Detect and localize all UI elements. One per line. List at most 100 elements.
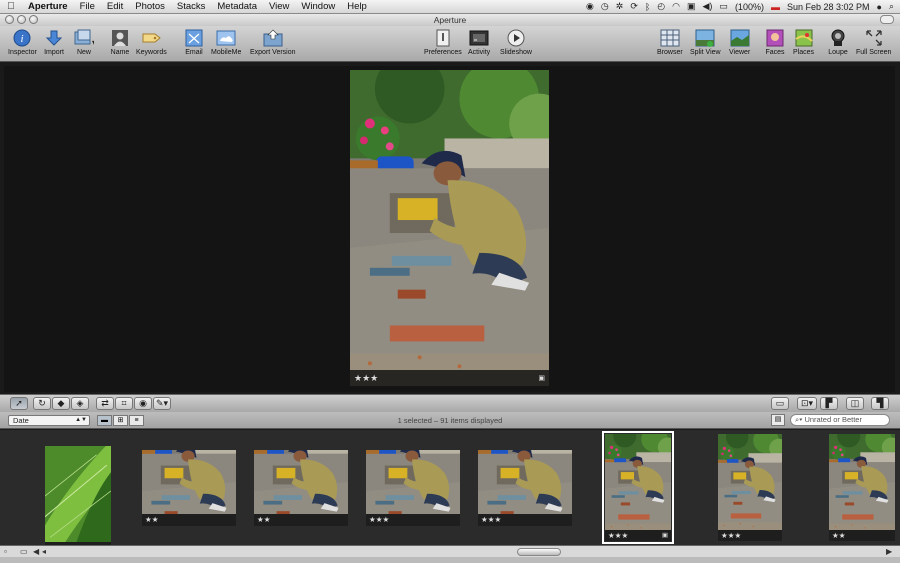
spotlight-icon[interactable]: ⌕ [889, 1, 894, 12]
gear-icon[interactable]: ✲ [616, 1, 624, 12]
email-icon [184, 28, 204, 48]
battery-icon[interactable]: ▭ [719, 1, 728, 12]
menu-edit[interactable]: Edit [101, 0, 129, 14]
thumbnail-image [45, 446, 111, 542]
thumbnail-rating: ★★★ [481, 515, 502, 524]
new-button[interactable]: ▾ New [74, 28, 94, 56]
window-controls [5, 15, 38, 24]
thumbnail-selected[interactable]: ★★★ ▣ [602, 431, 674, 544]
selection-tool[interactable]: ➚ [10, 397, 28, 410]
person-icon [110, 28, 130, 48]
menu-photos[interactable]: Photos [129, 0, 171, 14]
menu-file[interactable]: File [74, 0, 101, 14]
full-screen-button[interactable]: Full Screen [856, 28, 891, 56]
viewer-button[interactable]: Viewer [729, 28, 750, 56]
menubar-clock[interactable]: Sun Feb 28 3:02 PM [787, 2, 870, 12]
name-label: Name [110, 49, 130, 56]
bluetooth-icon[interactable]: ᛒ [645, 2, 650, 12]
lift-icon: ◈ [76, 398, 84, 408]
stamp-icon: ◆ [57, 398, 65, 408]
filter-hud-button[interactable]: ▤ [771, 414, 785, 426]
browser-button[interactable]: Browser [657, 28, 683, 56]
stack-tool[interactable]: ⊡▾ [797, 397, 817, 410]
toolbar-toggle-button[interactable] [880, 15, 894, 24]
thumbnail-size-slider[interactable]: ▭ [20, 547, 28, 556]
minimize-button[interactable] [17, 15, 26, 24]
filmstrip-scrollbar[interactable]: ▫ ▭ ◀ ◂ ▶ [0, 545, 900, 557]
preferences-label: Preferences [424, 49, 462, 56]
faces-button[interactable]: Faces [765, 28, 785, 56]
rotate-tool[interactable]: ↻ [33, 397, 51, 410]
preferences-switch-icon [433, 28, 453, 48]
inspector-button[interactable]: i Inspector [8, 28, 37, 56]
mobileme-button[interactable]: MobileMe [211, 28, 241, 56]
zoom-button[interactable] [29, 15, 38, 24]
menu-view[interactable]: View [263, 0, 295, 14]
volume-icon[interactable]: ◀) [703, 1, 713, 12]
email-button[interactable]: Email [184, 28, 204, 56]
loupe-icon [828, 28, 848, 48]
skype-icon[interactable]: ◉ [586, 1, 594, 12]
thumbnail[interactable]: ★★★ [718, 434, 782, 541]
stamp-tool[interactable]: ◆ [52, 397, 70, 410]
tag-icon [141, 28, 162, 48]
time-machine-icon[interactable]: ◷ [601, 1, 609, 12]
new-label: New [76, 49, 91, 56]
crop-tool[interactable]: ⌗ [115, 397, 133, 410]
name-button[interactable]: Name [110, 28, 130, 56]
filter-icon: ▤ [774, 416, 782, 423]
split-view-button[interactable]: Split View [690, 28, 721, 56]
layout-right-button[interactable]: ▜ [871, 397, 889, 410]
sync-icon[interactable]: ⟳ [630, 1, 638, 12]
export-version-button[interactable]: Export Version [250, 28, 296, 56]
scroll-right-icon[interactable]: ▶ [886, 547, 892, 556]
clock-icon[interactable]: ◴ [657, 1, 665, 12]
scroll-left-icon-2[interactable]: ◂ [42, 547, 46, 556]
menu-window[interactable]: Window [295, 0, 341, 14]
svg-text:i: i [21, 33, 24, 45]
slideshow-button[interactable]: Slideshow [500, 28, 532, 56]
thumbnail[interactable]: ★★ [254, 442, 348, 526]
thumbnail[interactable]: ★★★ [478, 442, 572, 526]
menu-metadata[interactable]: Metadata [211, 0, 263, 14]
loupe-label: Loupe [828, 49, 848, 56]
scroll-left-icon[interactable]: ◀ [33, 547, 39, 556]
thumbnail-image [142, 450, 236, 514]
layout-left-icon: ▛ [825, 398, 833, 408]
input-flag-icon[interactable]: ▬ [771, 2, 780, 12]
straighten-tool[interactable]: ⇄ [96, 397, 114, 410]
menu-app[interactable]: Aperture [22, 0, 74, 14]
keywords-button[interactable]: Keywords [136, 28, 167, 56]
menu-help[interactable]: Help [341, 0, 373, 14]
thumbnail-meta: ★★ [254, 514, 348, 526]
folder-tool[interactable]: ▭ [771, 397, 789, 410]
user-icon[interactable]: ● [877, 2, 882, 12]
menu-stacks[interactable]: Stacks [171, 0, 212, 14]
redeye-tool[interactable]: ◉ [134, 397, 152, 410]
wifi-icon[interactable]: ◠ [672, 1, 680, 12]
thumbnail[interactable]: ★★ [829, 434, 895, 541]
thumbnail[interactable]: ★★ [142, 442, 236, 526]
screen-sharing-icon[interactable]: ▣ [687, 1, 696, 12]
straighten-icon: ⇄ [101, 398, 109, 408]
layout-split-button[interactable]: ◫ [846, 397, 864, 410]
thumbnail[interactable]: ★★★ [366, 442, 460, 526]
browser-label: Browser [657, 49, 683, 56]
rating-filter-field[interactable]: ⌕▾ Unrated or Better [790, 414, 890, 426]
main-photo[interactable] [350, 70, 549, 386]
activity-button[interactable]: Activity [468, 28, 490, 56]
layout-left-button[interactable]: ▛ [820, 397, 838, 410]
scroll-thumb[interactable] [517, 548, 561, 556]
close-button[interactable] [5, 15, 14, 24]
apple-menu-icon[interactable]:  [0, 1, 22, 12]
thumbnail-size-small-icon[interactable]: ▫ [4, 547, 7, 556]
places-button[interactable]: Places [793, 28, 814, 56]
loupe-button[interactable]: Loupe [828, 28, 848, 56]
lift-tool[interactable]: ◈ [71, 397, 89, 410]
thumbnail[interactable] [45, 442, 111, 545]
brush-tool[interactable]: ✎▾ [153, 397, 171, 410]
full-screen-icon [864, 28, 884, 48]
preferences-button[interactable]: Preferences [424, 28, 462, 56]
play-icon [506, 28, 526, 48]
import-button[interactable]: Import [44, 28, 64, 56]
